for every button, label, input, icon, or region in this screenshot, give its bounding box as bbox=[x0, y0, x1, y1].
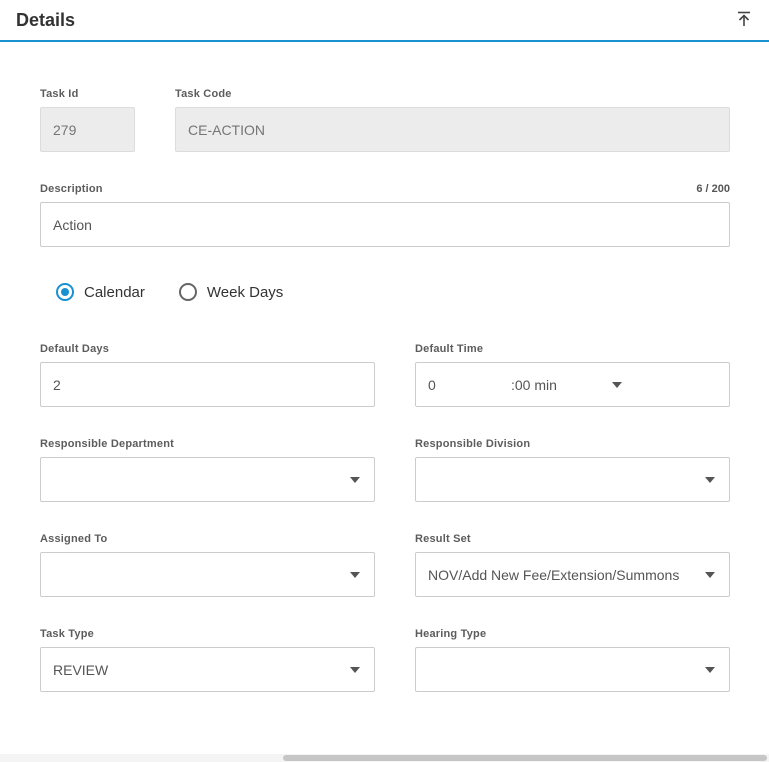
default-time-minutes-caret-down-icon[interactable] bbox=[612, 382, 622, 388]
responsible-department-field-group: Responsible Department bbox=[40, 438, 375, 502]
result-set-value: NOV/Add New Fee/Extension/Summons bbox=[428, 567, 679, 583]
defaults-row: Default Days Default Time :00 min bbox=[40, 343, 730, 407]
responsible-division-field-group: Responsible Division bbox=[415, 438, 730, 502]
task-id-input bbox=[40, 107, 135, 152]
responsible-department-label: Responsible Department bbox=[40, 438, 375, 450]
radio-calendar-label: Calendar bbox=[84, 284, 145, 301]
responsible-division-label: Responsible Division bbox=[415, 438, 730, 450]
radio-week-days-label: Week Days bbox=[207, 284, 283, 301]
chevron-down-icon bbox=[350, 667, 360, 673]
task-code-field-group: Task Code bbox=[175, 88, 730, 152]
panel-header: Details bbox=[0, 0, 769, 42]
responsible-department-dropdown[interactable] bbox=[40, 457, 375, 502]
task-type-dropdown[interactable]: REVIEW bbox=[40, 647, 375, 692]
task-code-input bbox=[175, 107, 730, 152]
horizontal-scrollbar-thumb[interactable] bbox=[283, 755, 767, 761]
chevron-down-icon bbox=[350, 477, 360, 483]
hearing-type-field-group: Hearing Type bbox=[415, 628, 730, 692]
collapse-panel-button[interactable] bbox=[731, 7, 757, 33]
chevron-down-icon bbox=[705, 667, 715, 673]
radio-selected-icon bbox=[56, 283, 74, 301]
responsible-row: Responsible Department Responsible Divis… bbox=[40, 438, 730, 502]
default-time-field-group: Default Time :00 min bbox=[415, 343, 730, 407]
panel-title: Details bbox=[16, 10, 75, 31]
default-time-label: Default Time bbox=[415, 343, 730, 355]
details-form: Task Id Task Code Description 6 / 200 Ca… bbox=[0, 42, 769, 692]
result-set-field-group: Result Set NOV/Add New Fee/Extension/Sum… bbox=[415, 533, 730, 597]
schedule-mode-radio-group: Calendar Week Days bbox=[56, 283, 730, 301]
task-id-label: Task Id bbox=[40, 88, 135, 100]
description-char-counter: 6 / 200 bbox=[696, 183, 730, 195]
default-time-hour-input[interactable] bbox=[416, 363, 511, 406]
type-row: Task Type REVIEW Hearing Type bbox=[40, 628, 730, 692]
chevron-down-icon bbox=[350, 572, 360, 578]
description-input[interactable] bbox=[40, 202, 730, 247]
default-time-box: :00 min bbox=[415, 362, 730, 407]
radio-week-days[interactable]: Week Days bbox=[179, 283, 283, 301]
hearing-type-label: Hearing Type bbox=[415, 628, 730, 640]
task-id-field-group: Task Id bbox=[40, 88, 135, 152]
collapse-top-icon bbox=[735, 10, 753, 31]
default-days-field-group: Default Days bbox=[40, 343, 375, 407]
default-days-input[interactable] bbox=[40, 362, 375, 407]
default-time-minutes-value: :00 min bbox=[511, 377, 557, 393]
responsible-division-dropdown[interactable] bbox=[415, 457, 730, 502]
chevron-down-icon bbox=[705, 572, 715, 578]
task-type-label: Task Type bbox=[40, 628, 375, 640]
horizontal-scrollbar[interactable] bbox=[0, 754, 769, 762]
assigned-to-field-group: Assigned To bbox=[40, 533, 375, 597]
chevron-down-icon bbox=[705, 477, 715, 483]
result-set-label: Result Set bbox=[415, 533, 730, 545]
description-label: Description bbox=[40, 183, 103, 195]
assigned-to-dropdown[interactable] bbox=[40, 552, 375, 597]
result-set-dropdown[interactable]: NOV/Add New Fee/Extension/Summons bbox=[415, 552, 730, 597]
task-type-field-group: Task Type REVIEW bbox=[40, 628, 375, 692]
assignment-row: Assigned To Result Set NOV/Add New Fee/E… bbox=[40, 533, 730, 597]
description-label-row: Description 6 / 200 bbox=[40, 183, 730, 195]
task-id-code-row: Task Id Task Code bbox=[40, 88, 730, 152]
radio-unselected-icon bbox=[179, 283, 197, 301]
default-days-label: Default Days bbox=[40, 343, 375, 355]
hearing-type-dropdown[interactable] bbox=[415, 647, 730, 692]
assigned-to-label: Assigned To bbox=[40, 533, 375, 545]
radio-calendar[interactable]: Calendar bbox=[56, 283, 145, 301]
task-code-label: Task Code bbox=[175, 88, 730, 100]
task-type-value: REVIEW bbox=[53, 662, 108, 678]
description-field-group: Description 6 / 200 bbox=[40, 183, 730, 247]
